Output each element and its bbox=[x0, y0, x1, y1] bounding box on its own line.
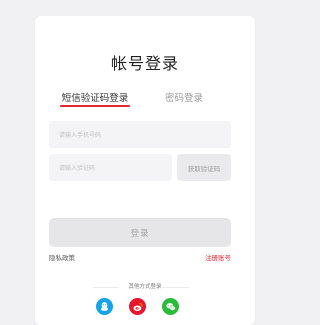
get-code-button[interactable]: 获取验证码 bbox=[177, 154, 231, 181]
weibo-icon bbox=[133, 302, 143, 311]
verification-code-input[interactable]: 请输入验证码 bbox=[49, 154, 172, 181]
wechat-login-button[interactable] bbox=[162, 298, 179, 315]
wechat-icon bbox=[165, 302, 176, 311]
active-tab-indicator bbox=[60, 105, 130, 107]
tab-password-login[interactable]: 密码登录 bbox=[165, 90, 203, 104]
qq-icon bbox=[100, 302, 109, 311]
phone-input[interactable]: 请输入手机号码 bbox=[49, 121, 231, 148]
qq-login-button[interactable] bbox=[96, 298, 113, 315]
login-button[interactable]: 登录 bbox=[49, 218, 231, 247]
privacy-policy-link[interactable]: 隐私政策 bbox=[49, 252, 75, 262]
tab-sms-login[interactable]: 短信验证码登录 bbox=[60, 90, 130, 104]
register-link[interactable]: 注册账号 bbox=[205, 252, 231, 262]
login-card: 帐号登录 短信验证码登录 密码登录 请输入手机号码 请输入验证码 获取验证码 登… bbox=[35, 16, 255, 325]
other-login-methods-label: 其他方式登录 bbox=[128, 284, 162, 290]
page-title: 帐号登录 bbox=[110, 56, 179, 73]
divider-right bbox=[163, 287, 189, 288]
weibo-login-button[interactable] bbox=[129, 298, 146, 315]
